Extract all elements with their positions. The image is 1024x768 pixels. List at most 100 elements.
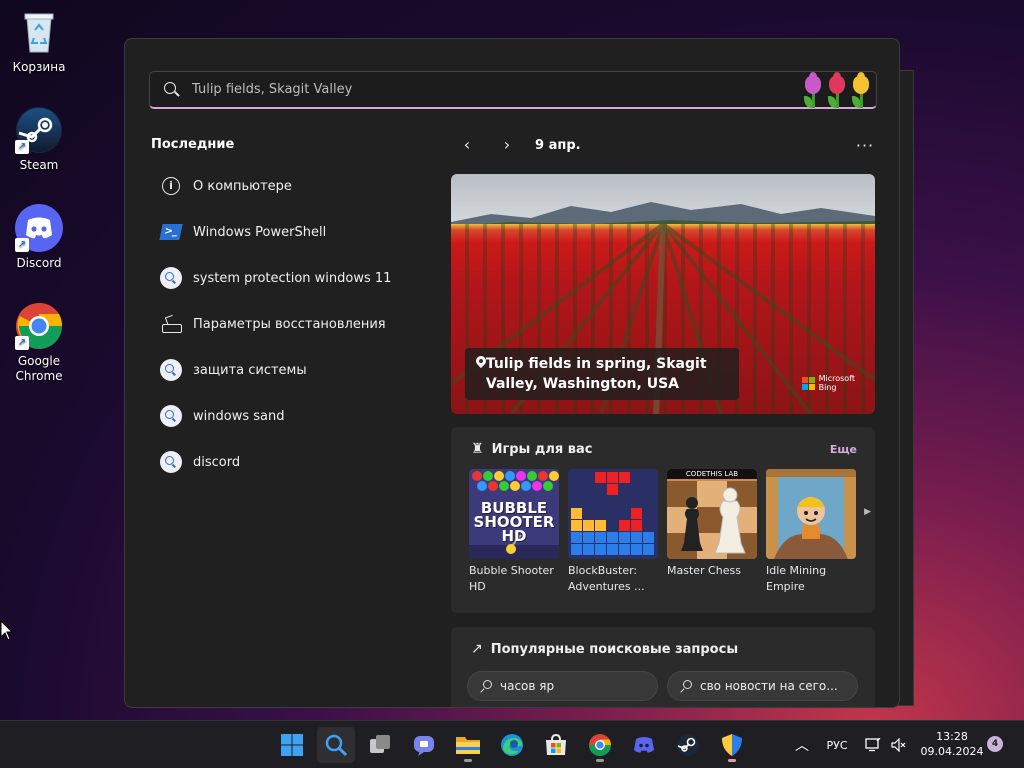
search-box[interactable]	[149, 71, 877, 109]
search-panel: Последние i О компьютере >_ Windows Powe…	[124, 38, 900, 708]
taskbar-search-button[interactable]	[317, 727, 355, 763]
search-highlight-image[interactable]: Tulip fields in spring, Skagit Valley, W…	[451, 174, 875, 414]
game-tile[interactable]: Idle Mining Empire	[766, 469, 856, 595]
recent-item-label: О компьютере	[193, 178, 292, 194]
recent-title: Последние	[151, 137, 235, 152]
volume-muted-icon[interactable]	[888, 721, 910, 768]
search-icon	[680, 680, 692, 692]
recent-item-label: system protection windows 11	[193, 270, 392, 286]
taskbar-defender-button[interactable]	[713, 727, 751, 763]
recent-item-search[interactable]: discord	[151, 439, 421, 485]
chrome-icon	[589, 734, 611, 756]
recent-item-search[interactable]: защита системы	[151, 347, 421, 393]
teams-chat-icon	[414, 736, 434, 756]
desktop-icon-label: Steam	[19, 158, 59, 172]
games-more-link[interactable]: Еще	[830, 443, 857, 456]
recent-item-label: Windows PowerShell	[193, 224, 327, 240]
tulips-icon	[802, 71, 872, 108]
recent-item-label: защита системы	[193, 362, 307, 378]
clock-time: 13:28	[936, 730, 968, 743]
desktop-icon-discord[interactable]: ↗ Discord	[2, 204, 76, 271]
language-indicator[interactable]: РУС	[820, 721, 854, 768]
recent-item-label: discord	[193, 454, 241, 470]
location-pin-icon	[475, 356, 483, 370]
recent-item-powershell[interactable]: >_ Windows PowerShell	[151, 209, 421, 255]
game-tile[interactable]: CODETHIS LAB Master Chess	[667, 469, 757, 595]
edge-icon	[501, 734, 523, 756]
desktop-icon-steam[interactable]: ↗ Steam	[2, 106, 76, 173]
taskbar-file-explorer-button[interactable]	[449, 727, 487, 763]
highlight-nav: ‹ › 9 апр. ···	[455, 133, 877, 157]
games-title: Игры для вас	[491, 441, 593, 457]
game-thumbnail	[766, 469, 856, 559]
chevron-up-icon: ︿	[795, 738, 809, 754]
taskbar-start-button[interactable]	[273, 727, 311, 763]
game-thumbnail	[568, 469, 658, 559]
desktop-icon-label: Корзина	[12, 60, 66, 74]
desktop-icon-label: Google Chrome	[15, 354, 63, 383]
search-icon	[164, 81, 180, 98]
highlight-date: 9 апр.	[535, 137, 581, 153]
taskbar-task-view-button[interactable]	[361, 727, 399, 763]
search-input[interactable]	[192, 82, 802, 97]
recent-item-search[interactable]: system protection windows 11	[151, 255, 421, 301]
recovery-icon	[161, 316, 182, 333]
mouse-cursor-icon	[0, 620, 14, 641]
recent-item-label: Параметры восстановления	[193, 316, 386, 332]
desktop-icon-recycle-bin[interactable]: Корзина	[2, 8, 76, 75]
game-tile[interactable]: BlockBuster: Adventures ...	[568, 469, 658, 595]
popular-title: Популярные поисковые запросы	[490, 641, 739, 657]
recent-list: i О компьютере >_ Windows PowerShell sys…	[151, 163, 421, 485]
popular-search-text: часов яр	[500, 679, 555, 693]
store-icon	[546, 733, 566, 755]
recent-item-search[interactable]: windows sand	[151, 393, 421, 439]
taskbar: ︿ РУС 13:28 09.04.2024	[0, 720, 1024, 768]
previous-button[interactable]: ‹	[455, 133, 479, 157]
brand-line: Microsoft	[818, 374, 855, 383]
chrome-icon: ↗	[15, 302, 63, 350]
clock-date: 09.04.2024	[920, 745, 984, 758]
network-icon[interactable]	[862, 721, 884, 768]
clock[interactable]: 13:28 09.04.2024	[910, 729, 994, 759]
discord-icon: ↗	[15, 204, 63, 252]
taskbar-chrome-button[interactable]	[581, 727, 619, 763]
game-name: Bubble Shooter HD	[469, 564, 554, 593]
more-options-button[interactable]: ···	[853, 136, 877, 155]
windows-logo-icon	[281, 734, 303, 756]
shortcut-arrow-icon: ↗	[15, 336, 29, 350]
popular-searches-card: ↗ Популярные поисковые запросы часов яр …	[451, 627, 875, 707]
game-thumbnail: CODETHIS LAB	[667, 469, 757, 559]
recent-item-recovery-settings[interactable]: Параметры восстановления	[151, 301, 421, 347]
popular-search-pill[interactable]: часов яр	[467, 671, 658, 701]
info-icon: i	[162, 177, 180, 195]
game-art-text: CODETHIS LAB	[667, 469, 757, 479]
taskbar-steam-button[interactable]	[669, 727, 707, 763]
search-icon	[325, 734, 348, 757]
game-name: BlockBuster: Adventures ...	[568, 564, 645, 593]
taskbar-chat-button[interactable]	[405, 727, 443, 763]
games-scroll-right-icon[interactable]: ▶	[864, 507, 871, 517]
taskbar-store-button[interactable]	[537, 727, 575, 763]
image-caption[interactable]: Tulip fields in spring, Skagit Valley, W…	[465, 348, 739, 400]
recycle-bin-icon	[15, 8, 63, 56]
popular-search-text: сво новости на сего...	[700, 679, 838, 693]
chess-rook-icon: ♜	[471, 441, 484, 457]
brand-line: Bing	[818, 383, 837, 392]
show-hidden-icons-button[interactable]: ︿	[790, 721, 814, 768]
taskbar-edge-button[interactable]	[493, 727, 531, 763]
search-icon	[160, 359, 182, 381]
popular-search-pill[interactable]: сво новости на сего...	[667, 671, 858, 701]
search-icon	[480, 680, 492, 692]
game-name: Master Chess	[667, 564, 741, 577]
microsoft-logo-icon	[801, 376, 815, 390]
next-button[interactable]: ›	[495, 133, 519, 157]
search-icon	[160, 451, 182, 473]
game-art-text: BUBBLE SHOOTER HD	[473, 499, 555, 545]
microsoft-bing-logo: Microsoft Bing	[801, 374, 855, 392]
notification-badge[interactable]: 4	[987, 736, 1003, 752]
desktop-icon-chrome[interactable]: ↗ Google Chrome	[2, 302, 76, 384]
game-tile[interactable]: BUBBLE SHOOTER HD Bubble Shooter HD	[469, 469, 559, 595]
taskbar-discord-button[interactable]	[625, 727, 663, 763]
caption-text: Tulip fields in spring, Skagit Valley, W…	[485, 356, 707, 392]
recent-item-about-pc[interactable]: i О компьютере	[151, 163, 421, 209]
